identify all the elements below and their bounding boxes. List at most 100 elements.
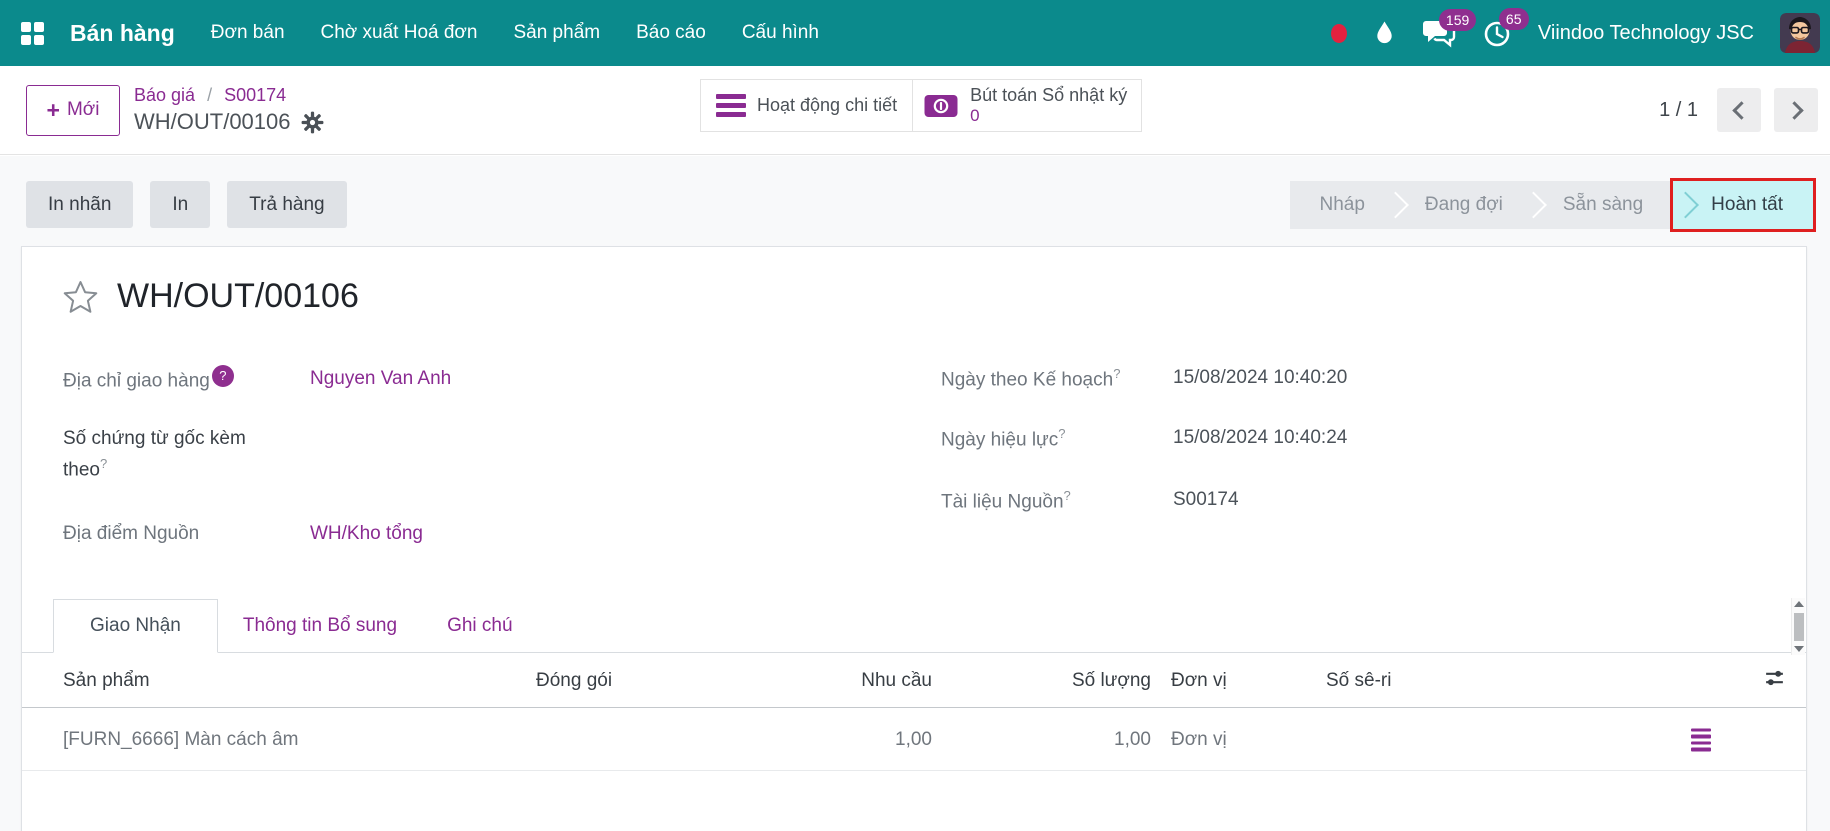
effective-date-label: Ngày hiệu lực <box>941 429 1059 451</box>
status-step-waiting[interactable]: Đang đợi <box>1394 181 1533 229</box>
money-icon <box>923 93 959 119</box>
inner-scrollbar[interactable] <box>1791 598 1805 655</box>
field-effective-date: Ngày hiệu lực? 15/08/2024 10:40:24 <box>941 424 1347 455</box>
source-document-value[interactable]: S00174 <box>1173 486 1239 515</box>
scrollbar-thumb[interactable] <box>1793 612 1804 641</box>
breadcrumb-quotation[interactable]: Báo giá <box>134 85 195 105</box>
status-step-done-highlighted[interactable]: Hoàn tất <box>1670 178 1816 232</box>
origin-documents-help-sup: ? <box>99 455 108 471</box>
scroll-up-arrow-icon[interactable] <box>1793 601 1804 607</box>
pager: 1 / 1 <box>1659 88 1818 132</box>
pager-next-button[interactable] <box>1774 88 1818 132</box>
print-button[interactable]: In <box>150 181 211 228</box>
systray: 159 65 Viindoo Technology JSC <box>1330 8 1820 53</box>
apps-menu-button[interactable] <box>0 0 64 66</box>
field-source-location: Địa điểm Nguồn WH/Kho tổng <box>63 520 423 549</box>
scheduled-date-help-sup: ? <box>1113 366 1121 381</box>
menu-item-bao-cao[interactable]: Báo cáo <box>636 22 706 44</box>
recording-indicator-icon <box>1330 23 1347 43</box>
col-package: Đóng gói <box>536 669 613 691</box>
apps-grid-icon <box>20 21 44 45</box>
cell-demand: 1,00 <box>895 728 932 750</box>
scroll-down-arrow-icon[interactable] <box>1793 646 1804 652</box>
col-uom: Đơn vị <box>1171 669 1227 691</box>
new-button-label: Mới <box>66 99 100 120</box>
messages-badge: 159 <box>1438 8 1477 31</box>
effective-date-help-sup: ? <box>1058 426 1066 441</box>
print-labels-button[interactable]: In nhãn <box>26 181 134 228</box>
optional-columns-icon[interactable] <box>1763 666 1786 695</box>
journal-entries-button[interactable]: Bút toán Sổ nhật ký 0 <box>912 80 1142 131</box>
avatar-image <box>1780 13 1820 53</box>
tab-ghi-chu[interactable]: Ghi chú <box>422 599 537 652</box>
new-button[interactable]: + Mới <box>26 84 120 136</box>
source-location-value[interactable]: WH/Kho tổng <box>310 520 423 549</box>
row-detailed-operations-icon[interactable] <box>1691 728 1711 751</box>
scheduled-date-label: Ngày theo Kế hoạch <box>941 369 1114 391</box>
menu-item-cau-hinh[interactable]: Cấu hình <box>742 22 819 44</box>
table-header: Sản phẩm Đóng gói Nhu cầu Số lượng Đơn v… <box>22 654 1806 708</box>
source-location-label: Địa điểm Nguồn <box>63 523 200 544</box>
field-scheduled-date: Ngày theo Kế hoạch? 15/08/2024 10:40:20 <box>941 364 1347 395</box>
col-product: Sản phẩm <box>63 669 150 691</box>
pager-counter: 1 / 1 <box>1659 98 1698 121</box>
menu-item-san-pham[interactable]: Sản phẩm <box>513 22 600 44</box>
activities-clock-icon[interactable]: 65 <box>1482 8 1529 48</box>
favorite-star-icon[interactable] <box>62 279 99 315</box>
pager-previous-button[interactable] <box>1717 88 1761 132</box>
record-title: WH/OUT/00106 <box>117 277 359 315</box>
status-step-ready[interactable]: Sẵn sàng <box>1532 181 1674 229</box>
company-name[interactable]: Viindoo Technology JSC <box>1538 22 1754 45</box>
notebook-tabs: Giao Nhận Thông tin Bổ sung Ghi chú <box>22 599 1806 653</box>
droplet-icon-svg <box>1377 21 1392 43</box>
breadcrumb-sale-order[interactable]: S00174 <box>224 85 286 105</box>
droplet-icon[interactable] <box>1373 20 1396 47</box>
table-row-move-line[interactable]: [FURN_6666] Màn cách âm 1,00 1,00 Đơn vị <box>22 709 1806 771</box>
col-demand: Nhu cầu <box>861 669 932 691</box>
main-content: In nhãn In Trả hàng Nháp Đang đợi Sẵn sà… <box>0 156 1830 831</box>
user-avatar[interactable] <box>1780 13 1820 53</box>
statusbar: Nháp Đang đợi Sẵn sàng Hoàn tất <box>1289 178 1816 232</box>
return-button[interactable]: Trả hàng <box>227 181 347 228</box>
col-serial: Số sê-ri <box>1326 669 1392 691</box>
app-name-ban-hang[interactable]: Bán hàng <box>70 20 175 47</box>
plus-icon: + <box>46 96 60 123</box>
tab-giao-nhan[interactable]: Giao Nhận <box>53 599 218 653</box>
delivery-address-value[interactable]: Nguyen Van Anh <box>310 365 451 394</box>
effective-date-value[interactable]: 15/08/2024 10:40:24 <box>1173 424 1347 453</box>
cell-quantity: 1,00 <box>1114 728 1151 750</box>
control-panel: + Mới Báo giá / S00174 WH/OUT/00106 Hoạt… <box>0 66 1830 155</box>
breadcrumb: Báo giá / S00174 WH/OUT/00106 <box>134 83 324 137</box>
bars-icon <box>716 94 746 117</box>
chevron-right-icon <box>1784 100 1804 120</box>
detailed-operations-label: Hoạt động chi tiết <box>757 95 898 115</box>
cell-uom: Đơn vị <box>1171 728 1227 750</box>
col-quantity: Số lượng <box>1071 669 1151 691</box>
journal-entries-label: Bút toán Sổ nhật ký <box>970 85 1128 106</box>
gear-icon[interactable] <box>301 111 324 134</box>
source-document-label: Tài liệu Nguồn <box>941 491 1064 513</box>
journal-entries-count: 0 <box>970 106 980 126</box>
tab-thong-tin-bo-sung[interactable]: Thông tin Bổ sung <box>218 599 422 652</box>
top-navbar: Bán hàng Đơn bán Chờ xuất Hoá đơn Sản ph… <box>0 0 1830 66</box>
menu-item-don-ban[interactable]: Đơn bán <box>211 22 285 44</box>
field-delivery-address: Địa chỉ giao hàng? Nguyen Van Anh <box>63 365 451 396</box>
odoo-app-window: Bán hàng Đơn bán Chờ xuất Hoá đơn Sản ph… <box>0 0 1830 831</box>
smart-buttons: Hoạt động chi tiết Bút toán Sổ nhật ký 0 <box>700 79 1143 132</box>
activities-badge: 65 <box>1498 8 1529 30</box>
breadcrumb-current-record: WH/OUT/00106 <box>134 109 291 135</box>
action-buttons: In nhãn In Trả hàng <box>26 181 347 228</box>
help-question-badge-icon[interactable]: ? <box>211 365 234 387</box>
field-source-document: Tài liệu Nguồn? S00174 <box>941 486 1239 517</box>
scheduled-date-value[interactable]: 15/08/2024 10:40:20 <box>1173 364 1347 393</box>
detailed-operations-button[interactable]: Hoạt động chi tiết <box>701 80 913 131</box>
top-menu: Đơn bán Chờ xuất Hoá đơn Sản phẩm Báo cá… <box>211 22 819 44</box>
breadcrumb-separator: / <box>207 85 213 105</box>
messages-icon[interactable]: 159 <box>1422 8 1477 48</box>
origin-documents-label: Số chứng từ gốc kèm theo <box>63 428 246 480</box>
field-origin-documents: Số chứng từ gốc kèm theo? <box>63 425 275 484</box>
form-sheet: WH/OUT/00106 Địa chỉ giao hàng? Nguyen V… <box>21 246 1807 831</box>
status-step-draft[interactable]: Nháp <box>1289 181 1395 229</box>
cell-product[interactable]: [FURN_6666] Màn cách âm <box>63 729 299 751</box>
menu-item-cho-xuat-hoa-don[interactable]: Chờ xuất Hoá đơn <box>321 22 478 44</box>
